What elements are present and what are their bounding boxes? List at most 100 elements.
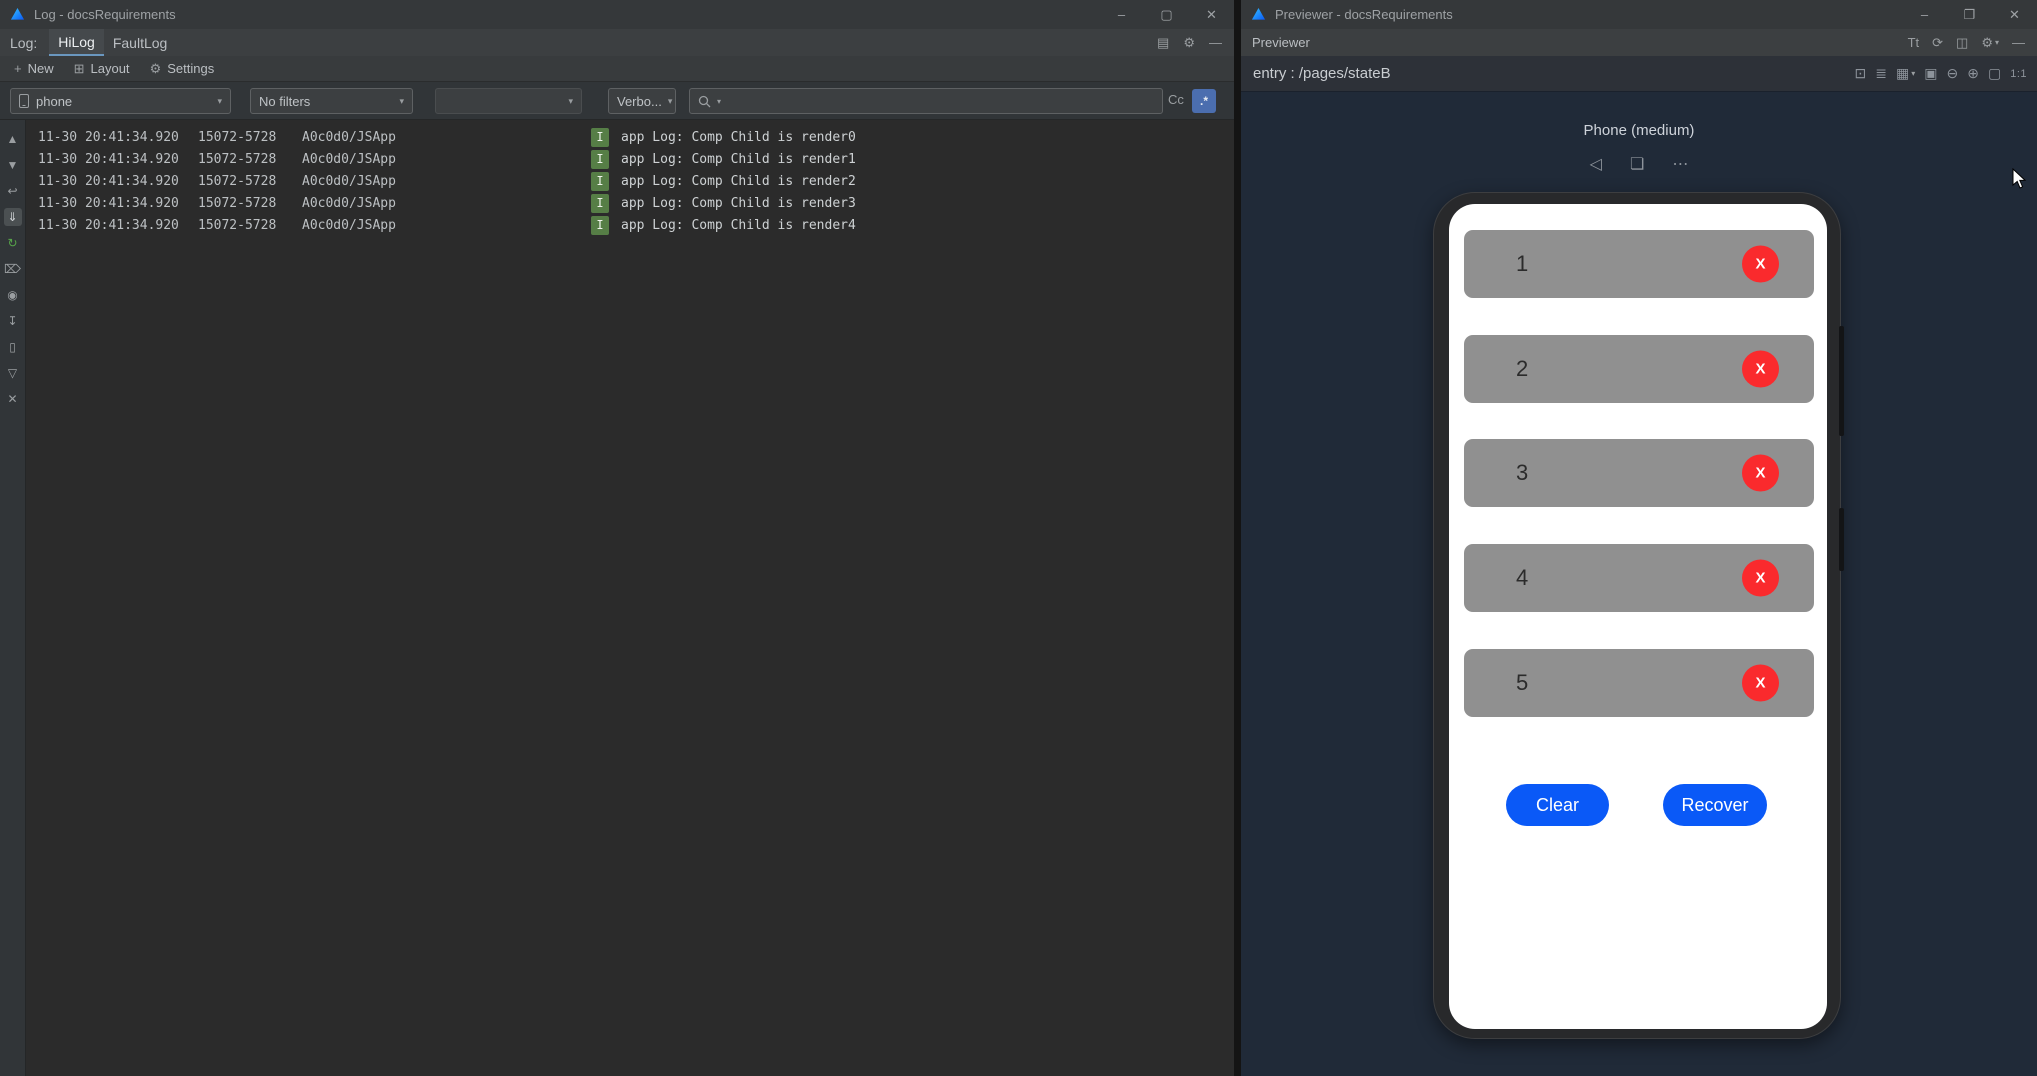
maximize-button[interactable]: ❐	[1947, 0, 1992, 29]
scroll-to-end-icon[interactable]: ⇓	[3, 208, 22, 226]
phone-icon	[19, 94, 29, 108]
inspector-icon[interactable]: ◫	[1956, 35, 1968, 51]
entry-path: entry : /pages/stateB	[1253, 65, 1391, 82]
font-size-icon[interactable]: Tt	[1908, 35, 1920, 50]
grid-view-button[interactable]: ▦ ▾	[1896, 65, 1915, 82]
filter-select[interactable]: No filters ▾	[250, 88, 413, 114]
maximize-button[interactable]: ▢	[1144, 0, 1189, 29]
plus-icon: +	[14, 61, 22, 76]
grid-icon: ⊞	[73, 60, 85, 76]
more-options-icon[interactable]: ⋯	[1672, 154, 1688, 174]
process-select[interactable]: ▾	[435, 88, 582, 114]
log-message: app Log: Comp Child is render2	[621, 173, 856, 189]
tab-hilog[interactable]: HiLog	[49, 29, 104, 56]
restart-icon[interactable]: ↻	[4, 234, 22, 252]
rotate-back-icon[interactable]: ◁	[1590, 154, 1602, 174]
log-row[interactable]: 11-30 20:41:34.920 15072-5728 A0c0d0/JSA…	[26, 148, 1234, 170]
log-output: 11-30 20:41:34.920 15072-5728 A0c0d0/JSA…	[26, 120, 1234, 1076]
search-icon	[698, 95, 711, 108]
panel-layout-icon[interactable]: ▤	[1157, 35, 1169, 51]
zoom-ratio-label[interactable]: 1:1	[2010, 68, 2027, 80]
log-row[interactable]: 11-30 20:41:34.920 15072-5728 A0c0d0/JSA…	[26, 214, 1234, 236]
previewer-settings-button[interactable]: ⚙ ▾	[1981, 35, 1999, 51]
phone-screen: 1 X 2 X 3 X 4 X 5 X Clear Recover	[1449, 204, 1827, 1029]
delete-item-button[interactable]: X	[1742, 559, 1779, 597]
scroll-down-icon[interactable]: ▼	[4, 156, 22, 174]
list-item: 2 X	[1464, 335, 1814, 403]
previewer-panel-label: Previewer	[1252, 35, 1310, 50]
log-pid: 15072-5728	[198, 195, 277, 211]
log-pid: 15072-5728	[198, 151, 277, 167]
clear-button[interactable]: Clear	[1506, 784, 1609, 826]
minimize-button[interactable]: –	[1099, 0, 1144, 29]
deveco-logo-icon	[1251, 7, 1266, 22]
log-time: 11-30 20:41:34.920	[38, 129, 179, 145]
log-message: app Log: Comp Child is render4	[621, 217, 856, 233]
log-toolbar: + New ⊞ Layout ⚙ Settings	[0, 56, 1234, 82]
list-item: 5 X	[1464, 649, 1814, 717]
chevron-down-icon: ▾	[1911, 69, 1916, 78]
log-window: Log - docsRequirements – ▢ ✕ Log: HiLog …	[0, 0, 1234, 1076]
chevron-down-icon: ▾	[399, 95, 404, 106]
log-tag: A0c0d0/JSApp	[302, 173, 396, 189]
log-message: app Log: Comp Child is render0	[621, 129, 856, 145]
zoom-in-icon[interactable]: ⊕	[1967, 65, 1979, 82]
screenshot-icon[interactable]: ◉	[4, 286, 22, 304]
match-case-toggle[interactable]: Cc	[1168, 92, 1184, 107]
log-level-badge: I	[591, 215, 609, 235]
chevron-down-icon: ▾	[1994, 38, 1999, 47]
refresh-icon[interactable]: ⟳	[1932, 35, 1943, 51]
new-button[interactable]: + New	[14, 61, 54, 76]
log-time: 11-30 20:41:34.920	[38, 217, 179, 233]
grid-view-icon: ▦	[1896, 65, 1910, 81]
close-panel-icon[interactable]: ✕	[4, 390, 22, 408]
hide-panel-icon[interactable]: —	[2012, 35, 2025, 50]
minimize-button[interactable]: –	[1902, 0, 1947, 29]
export-log-icon[interactable]: ↧	[4, 312, 22, 330]
log-side-toolbar: ▲ ▼ ↩ ⇓ ↻ ⌦ ◉ ↧ ▯ ▽ ✕	[0, 120, 26, 1076]
log-tag: A0c0d0/JSApp	[302, 217, 396, 233]
hide-panel-icon[interactable]: —	[1209, 35, 1222, 50]
device-action-bar: ◁ ❏ ⋯	[1241, 154, 2037, 174]
log-row[interactable]: 11-30 20:41:34.920 15072-5728 A0c0d0/JSA…	[26, 170, 1234, 192]
log-level-select[interactable]: Verbo... ▾	[608, 88, 676, 114]
frame-icon[interactable]: ▣	[1924, 65, 1937, 82]
previewer-header-icons: Tt ⟳ ◫ ⚙ ▾ —	[1908, 35, 2037, 51]
log-window-title: Log - docsRequirements	[34, 7, 176, 22]
clear-log-icon[interactable]: ⌦	[4, 260, 22, 278]
search-input[interactable]: ▾	[689, 88, 1163, 114]
list-item-number: 2	[1516, 356, 1529, 381]
device-icon[interactable]: ▯	[4, 338, 22, 356]
delete-item-button[interactable]: X	[1742, 350, 1779, 388]
log-pid: 15072-5728	[198, 217, 277, 233]
recover-button[interactable]: Recover	[1663, 784, 1767, 826]
preview-mode-icon[interactable]: ⊡	[1855, 65, 1867, 82]
log-row[interactable]: 11-30 20:41:34.920 15072-5728 A0c0d0/JSA…	[26, 126, 1234, 148]
delete-item-button[interactable]: X	[1742, 664, 1779, 702]
log-time: 11-30 20:41:34.920	[38, 151, 179, 167]
soft-wrap-icon[interactable]: ↩	[4, 182, 22, 200]
phone-frame: 1 X 2 X 3 X 4 X 5 X Clear Recover	[1433, 192, 1844, 1039]
tab-faultlog[interactable]: FaultLog	[104, 29, 176, 56]
chevron-down-icon: ▾	[217, 95, 222, 106]
settings-gear-icon[interactable]: ⚙	[1183, 35, 1195, 51]
gear-icon: ⚙	[149, 60, 162, 76]
zoom-out-icon[interactable]: ⊖	[1947, 65, 1959, 82]
settings-button[interactable]: ⚙ Settings	[150, 61, 215, 77]
delete-item-button[interactable]: X	[1742, 454, 1779, 492]
regex-toggle[interactable]: .*	[1192, 89, 1216, 113]
layers-icon[interactable]: ≣	[1875, 65, 1887, 82]
pages-icon[interactable]: ❏	[1630, 154, 1644, 174]
log-row[interactable]: 11-30 20:41:34.920 15072-5728 A0c0d0/JSA…	[26, 192, 1234, 214]
close-button[interactable]: ✕	[1992, 0, 2037, 29]
scroll-up-icon[interactable]: ▲	[4, 130, 22, 148]
delete-item-button[interactable]: X	[1742, 245, 1779, 283]
close-button[interactable]: ✕	[1189, 0, 1234, 29]
power-button	[1839, 508, 1844, 571]
layout-button[interactable]: ⊞ Layout	[74, 61, 130, 77]
device-select[interactable]: phone ▾	[10, 88, 231, 114]
log-tab-bar: Log: HiLog FaultLog ▤ ⚙ —	[0, 29, 1234, 56]
log-pid: 15072-5728	[198, 129, 277, 145]
fit-screen-icon[interactable]: ▢	[1988, 65, 2001, 82]
filter-icon[interactable]: ▽	[4, 364, 22, 382]
